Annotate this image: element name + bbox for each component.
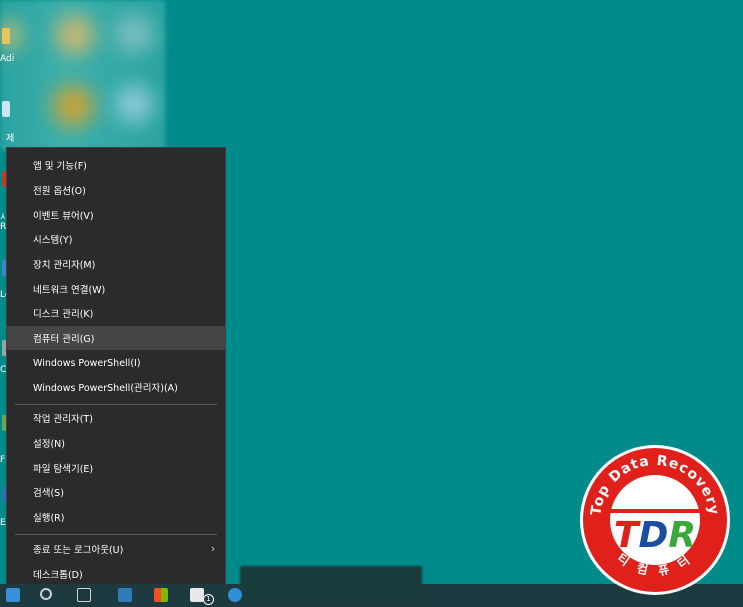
menu-separator xyxy=(15,404,217,405)
app-icon[interactable] xyxy=(2,101,10,117)
app-icon[interactable] xyxy=(118,588,132,602)
desktop-label: 제 xyxy=(6,134,15,144)
menu-item-label: 파일 탐색기(E) xyxy=(33,464,94,475)
start-icon[interactable] xyxy=(6,588,20,602)
menu-item-file-explorer[interactable]: 파일 탐색기(E) xyxy=(7,456,225,480)
menu-item-powershell-admin[interactable]: Windows PowerShell(관리자)(A) xyxy=(7,375,225,399)
menu-item-label: 네트워크 연결(W) xyxy=(33,285,106,296)
menu-item-label: 검색(S) xyxy=(33,488,64,499)
menu-item-label: 실행(R) xyxy=(33,513,65,524)
menu-item-desktop[interactable]: 데스크톱(D) xyxy=(7,562,225,586)
tdr-logo-stamp: Top Data Recovery 티 컴 퓨 터 TDR xyxy=(578,443,732,597)
search-icon[interactable] xyxy=(40,588,52,600)
menu-item-run[interactable]: 실행(R) xyxy=(7,505,225,529)
menu-item-label: 장치 관리자(M) xyxy=(33,260,96,271)
app-icon[interactable] xyxy=(190,588,204,602)
edge-icon[interactable] xyxy=(228,588,242,602)
menu-item-network-connections[interactable]: 네트워크 연결(W) xyxy=(7,277,225,301)
menu-item-label: 전원 옵션(O) xyxy=(33,186,86,197)
menu-item-label: Windows PowerShell(관리자)(A) xyxy=(33,383,178,394)
menu-item-computer-management[interactable]: 컴퓨터 관리(G) xyxy=(7,326,225,350)
menu-item-settings[interactable]: 설정(N) xyxy=(7,431,225,455)
blurred-taskbar-region xyxy=(240,566,422,607)
menu-item-system[interactable]: 시스템(Y) xyxy=(7,227,225,251)
menu-item-event-viewer[interactable]: 이벤트 뷰어(V) xyxy=(7,203,225,227)
menu-item-disk-management[interactable]: 디스크 관리(K) xyxy=(7,301,225,325)
menu-item-power-options[interactable]: 전원 옵션(O) xyxy=(7,178,225,202)
blurred-desktop-icons xyxy=(0,0,165,150)
menu-item-label: 종료 또는 로그아웃(U) xyxy=(33,545,124,556)
chevron-right-icon: › xyxy=(210,542,216,555)
taskbar-badge: 1 xyxy=(203,594,214,605)
logo-letters: TDR xyxy=(614,515,696,556)
menu-item-label: 작업 관리자(T) xyxy=(33,414,93,425)
menu-item-label: 데스크톱(D) xyxy=(33,570,83,581)
folder-icon[interactable] xyxy=(2,28,10,44)
menu-item-shutdown-signout[interactable]: 종료 또는 로그아웃(U) › xyxy=(7,537,225,561)
menu-item-search[interactable]: 검색(S) xyxy=(7,480,225,504)
menu-item-label: 설정(N) xyxy=(33,439,65,450)
menu-item-label: 앱 및 기능(F) xyxy=(33,161,87,172)
desktop-label: Adi xyxy=(0,54,15,64)
menu-separator xyxy=(15,534,217,535)
winx-context-menu: 앱 및 기능(F) 전원 옵션(O) 이벤트 뷰어(V) 시스템(Y) 장치 관… xyxy=(6,147,226,587)
menu-item-label: 디스크 관리(K) xyxy=(33,309,94,320)
menu-item-label: Windows PowerShell(I) xyxy=(33,357,141,369)
task-view-icon[interactable] xyxy=(77,588,91,602)
menu-item-label: 이벤트 뷰어(V) xyxy=(33,211,94,222)
desktop-label: F xyxy=(0,455,6,465)
menu-item-device-manager[interactable]: 장치 관리자(M) xyxy=(7,252,225,276)
menu-item-apps-features[interactable]: 앱 및 기능(F) xyxy=(7,153,225,177)
menu-item-task-manager[interactable]: 작업 관리자(T) xyxy=(7,406,225,430)
menu-item-label: 시스템(Y) xyxy=(33,235,73,246)
menu-item-label: 컴퓨터 관리(G) xyxy=(33,334,95,345)
menu-item-powershell[interactable]: Windows PowerShell(I) xyxy=(7,351,225,375)
windows-icon[interactable] xyxy=(154,588,168,602)
